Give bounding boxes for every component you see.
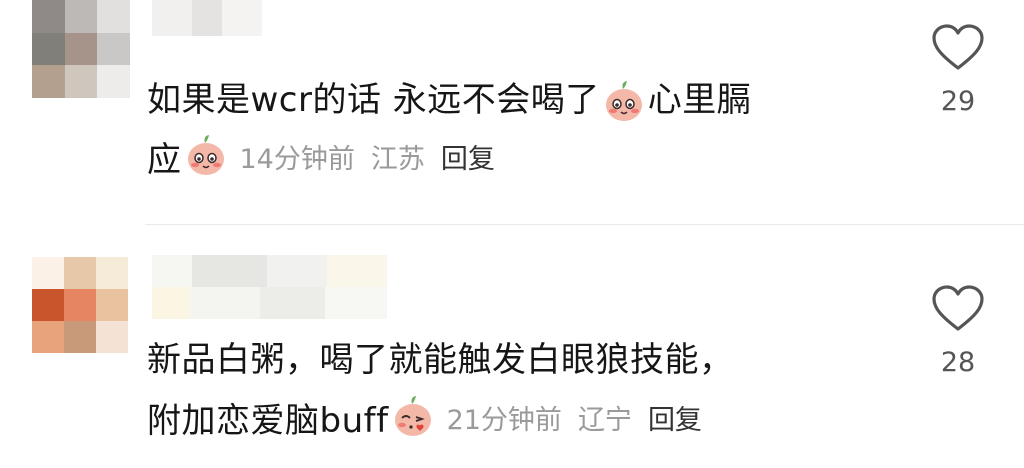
avatar[interactable]	[32, 257, 128, 353]
comment-text: 如果是wcr的话 永远不会喝了 心里膈	[147, 68, 751, 132]
heart-outline-icon	[932, 285, 984, 331]
comment-time: 21分钟前	[446, 404, 562, 436]
blushing-peach-emoji-icon	[184, 134, 228, 178]
comment-text-line2: 附加恋爱脑buff 21分钟前 辽宁 回复	[147, 385, 702, 449]
heart-outline-icon	[932, 24, 984, 70]
comment-meta: 14分钟前 江苏 回复	[240, 137, 495, 176]
comment-time: 14分钟前	[239, 143, 355, 175]
like-button[interactable]: 28	[928, 285, 988, 378]
comment-item-1: 如果是wcr的话 永远不会喝了 心里膈 应 14分钟前 江苏 回复 29	[0, 0, 1024, 224]
like-count: 28	[940, 347, 976, 378]
username-blurred[interactable]	[152, 255, 387, 319]
comment-meta: 21分钟前 辽宁 回复	[447, 398, 702, 437]
reply-button[interactable]: 回复	[648, 398, 702, 437]
comment-location: 江苏	[370, 143, 425, 175]
comment-text-part: 附加恋爱脑buff	[147, 400, 389, 441]
blushing-peach-emoji-icon	[602, 80, 646, 124]
kiss-peach-emoji-icon	[391, 395, 435, 439]
comment-text-line2: 应 14分钟前 江苏 回复	[147, 124, 495, 188]
comment-text-part: 如果是wcr的话 永远不会喝了	[147, 80, 600, 120]
like-button[interactable]: 29	[928, 24, 988, 117]
comment-text-part: 心里膈	[647, 80, 752, 120]
comment-text: 新品白粥，喝了就能触发白眼狼技能，	[147, 340, 734, 380]
comment-item-2: 新品白粥，喝了就能触发白眼狼技能， 附加恋爱脑buff 21分钟前 辽宁 回复 …	[0, 225, 1024, 468]
reply-button[interactable]: 回复	[441, 137, 495, 176]
username-blurred[interactable]	[152, 0, 262, 36]
like-count: 29	[940, 86, 976, 117]
avatar[interactable]	[32, 0, 130, 98]
comment-text-part: 应	[147, 139, 182, 180]
comment-location: 辽宁	[577, 404, 632, 436]
